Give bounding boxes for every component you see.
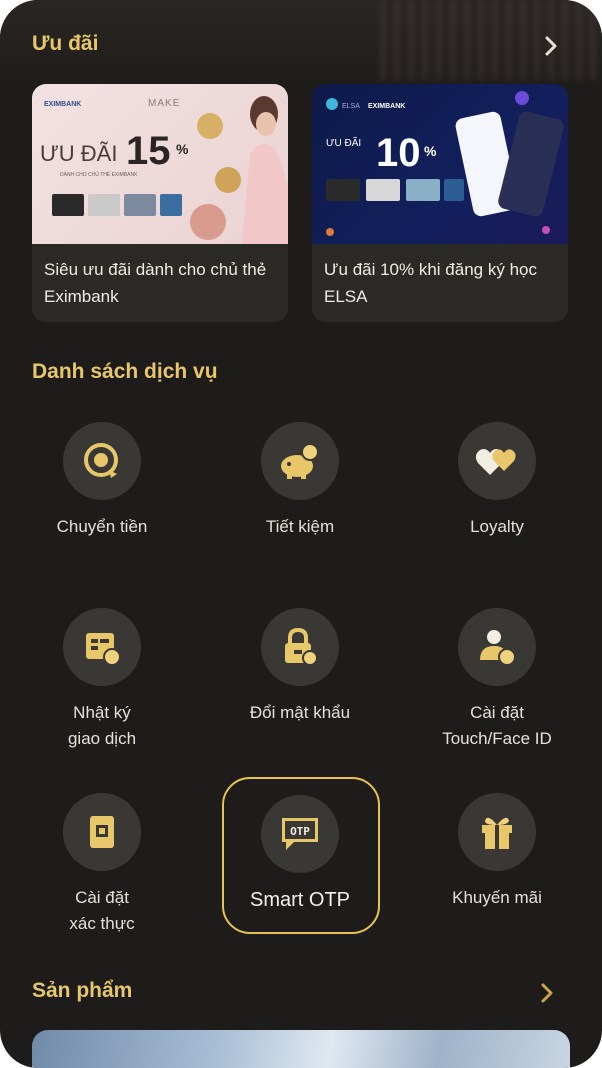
- service-label: Loyalty: [470, 517, 524, 536]
- offer-caption-eximbank: Siêu ưu đãi dành cho chủ thẻ Eximbank: [44, 260, 267, 306]
- app-screen: Ưu đãi EXIMBANK MAKE ƯU ĐÃI 15 % DÀNH CH…: [0, 0, 602, 1068]
- service-label: Cài đặt Touch/Face ID: [442, 703, 552, 748]
- offers-chevron-right-icon[interactable]: [540, 35, 562, 57]
- otp-icon: OTP: [261, 795, 339, 873]
- otp-badge-text: OTP: [290, 825, 310, 838]
- offer-caption-elsa: Ưu đãi 10% khi đăng ký học ELSA: [324, 260, 537, 306]
- offer-banner-elsa: ELSA EXIMBANK ƯU ĐÃI 10 %: [312, 84, 568, 244]
- offer-banner-eximbank: EXIMBANK MAKE ƯU ĐÃI 15 % DÀNH CHO CHỦ T…: [32, 84, 288, 244]
- offer-card-eximbank[interactable]: EXIMBANK MAKE ƯU ĐÃI 15 % DÀNH CHO CHỦ T…: [32, 84, 288, 322]
- service-label: Cài đặt xác thực: [69, 888, 135, 933]
- banner-headline: ƯU ĐÃI: [326, 136, 361, 149]
- banner-partner-logo: ELSA: [342, 103, 360, 110]
- service-authentication-settings[interactable]: Cài đặt xác thực: [12, 793, 192, 943]
- service-label: Nhật ký giao dịch: [67, 703, 137, 748]
- service-transaction-log[interactable]: Nhật ký giao dịch: [12, 608, 192, 758]
- offer-card-elsa[interactable]: ELSA EXIMBANK ƯU ĐÃI 10 % Ưu đãi 10% khi…: [312, 84, 568, 322]
- piggy-bank-icon: [261, 422, 339, 500]
- banner-sub: DÀNH CHO CHỦ THẺ EXIMBANK: [60, 171, 138, 178]
- service-transfer[interactable]: Chuyển tiền: [12, 422, 192, 562]
- banner-value: 15: [126, 129, 171, 173]
- services-section-title: Danh sách dịch vụ: [32, 360, 218, 383]
- service-label: Đổi mật khẩu: [249, 703, 351, 722]
- service-label: Tiết kiệm: [265, 517, 335, 536]
- service-label: Khuyến mãi: [452, 888, 542, 907]
- banner-partner-logo: MAKE: [148, 98, 180, 109]
- banner-unit: %: [424, 143, 437, 159]
- transfer-icon: [63, 422, 141, 500]
- lock-icon: [261, 608, 339, 686]
- banner-bank-logo: EXIMBANK: [44, 101, 81, 108]
- banner-value: 10: [376, 131, 421, 175]
- offers-section-title: Ưu đãi: [32, 32, 99, 55]
- products-section-title: Sản phẩm: [32, 979, 133, 1002]
- user-settings-icon: [458, 608, 536, 686]
- authentication-icon: [63, 793, 141, 871]
- service-change-password[interactable]: Đổi mật khẩu: [210, 608, 390, 758]
- gift-icon: [458, 793, 536, 871]
- transaction-log-icon: [63, 608, 141, 686]
- service-label: Smart OTP: [249, 889, 350, 911]
- service-label: Chuyển tiền: [56, 517, 148, 536]
- products-chevron-right-icon[interactable]: [536, 982, 558, 1004]
- service-smart-otp[interactable]: OTP Smart OTP: [210, 793, 390, 923]
- banner-bank-logo: EXIMBANK: [368, 103, 405, 110]
- service-promotions[interactable]: Khuyến mãi: [407, 793, 587, 943]
- service-loyalty[interactable]: Loyalty: [407, 422, 587, 562]
- service-savings[interactable]: Tiết kiệm: [210, 422, 390, 562]
- hearts-icon: [458, 422, 536, 500]
- product-banner[interactable]: [32, 1030, 570, 1068]
- banner-unit: %: [176, 141, 189, 157]
- service-biometric-settings[interactable]: Cài đặt Touch/Face ID: [407, 608, 587, 758]
- banner-headline: ƯU ĐÃI: [40, 141, 117, 166]
